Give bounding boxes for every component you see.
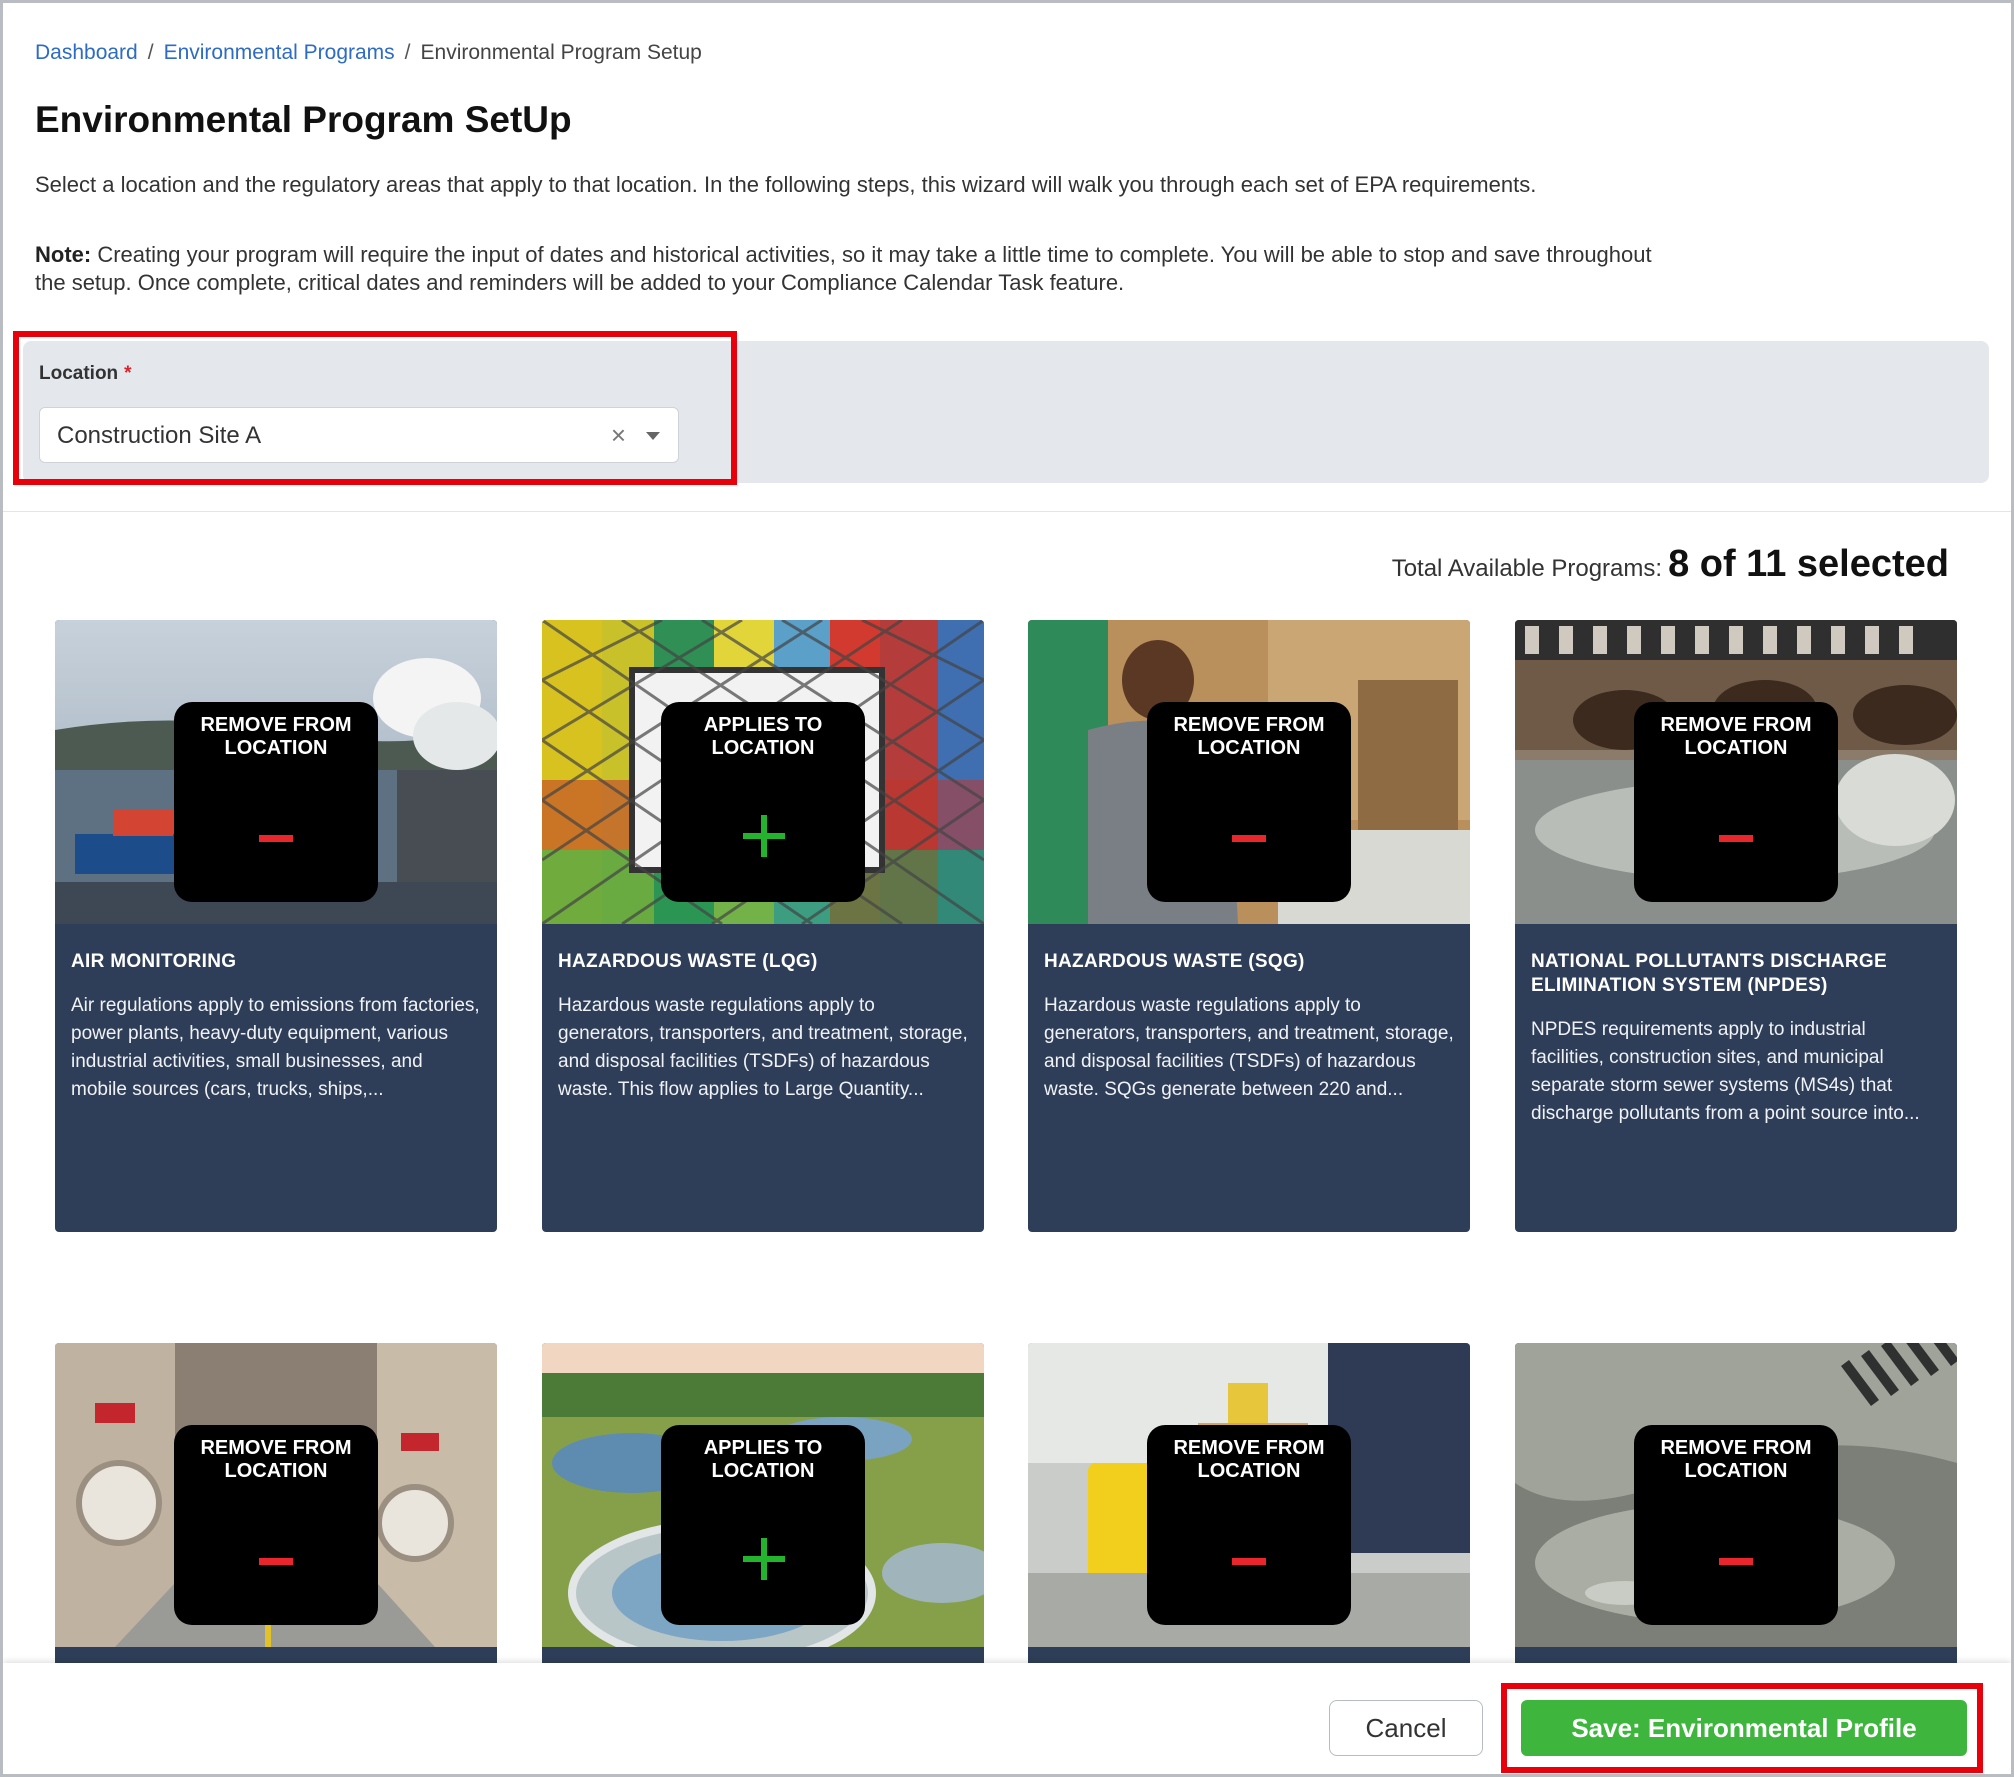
toggle-program-label: APPLIES TO LOCATION (703, 714, 823, 759)
breadcrumb: Dashboard / Environmental Programs / Environ… (35, 41, 702, 65)
toggle-program-label: REMOVE FROM LOCATION (200, 1437, 352, 1482)
program-title: National Pollutants Discharge Eliminatio… (1531, 951, 1887, 996)
toggle-program-label: REMOVE FROM LOCATION (1660, 714, 1812, 759)
program-title: Hazardous Waste (LQG) (558, 951, 818, 972)
save-highlight-box (1501, 1683, 1983, 1773)
program-description: Air regulations apply to emissions from … (71, 995, 480, 1100)
programs-summary: Total Available Programs: 8 of 11 selecte… (1392, 543, 1949, 586)
minus-icon (1719, 835, 1753, 842)
breadcrumb-separator: / (147, 41, 154, 64)
note-body: Creating your program will require the i… (35, 242, 1652, 295)
cancel-button[interactable]: Cancel (1329, 1700, 1483, 1756)
minus-icon (259, 835, 293, 842)
plus-icon (761, 1538, 767, 1580)
page-title: Environmental Program SetUp (35, 99, 572, 140)
program-card-hazardous-waste-sqg[interactable]: REMOVE FROM LOCATION Hazardous Waste (SQ… (1028, 620, 1470, 1232)
toggle-program-button[interactable]: REMOVE FROM LOCATION (174, 1425, 378, 1625)
breadcrumb-current: Environmental Program Setup (420, 41, 702, 64)
program-description: NPDES requirements apply to industrial f… (1531, 1019, 1920, 1124)
footer-bar: Cancel Save: Environmental Profile (3, 1663, 2011, 1774)
toggle-program-button[interactable]: REMOVE FROM LOCATION (1147, 1425, 1351, 1625)
location-highlight-box (13, 331, 737, 485)
program-card-air-monitoring[interactable]: REMOVE FROM LOCATION Air Monitoring Air … (55, 620, 497, 1232)
toggle-program-button[interactable]: APPLIES TO LOCATION (661, 1425, 865, 1625)
toggle-program-button[interactable]: APPLIES TO LOCATION (661, 702, 865, 902)
minus-icon (1232, 1558, 1266, 1565)
toggle-program-label: REMOVE FROM LOCATION (200, 714, 352, 759)
section-divider (3, 511, 2011, 512)
toggle-program-button[interactable]: REMOVE FROM LOCATION (1634, 1425, 1838, 1625)
program-description: Hazardous waste regulations apply to gen… (558, 995, 968, 1100)
breadcrumb-separator: / (404, 41, 411, 64)
toggle-program-label: REMOVE FROM LOCATION (1660, 1437, 1812, 1482)
program-caption: National Pollutants Discharge Eliminatio… (1531, 950, 1941, 1128)
intro-text: Select a location and the regulatory are… (35, 172, 1537, 197)
program-description: Hazardous waste regulations apply to gen… (1044, 995, 1454, 1100)
note-text: Note: Creating your program will require… (35, 241, 1655, 297)
program-title: Hazardous Waste (SQG) (1044, 951, 1305, 972)
toggle-program-button[interactable]: REMOVE FROM LOCATION (1634, 702, 1838, 902)
minus-icon (1232, 835, 1266, 842)
app-window: Dashboard / Environmental Programs / Environ… (0, 0, 2014, 1777)
program-caption: Hazardous Waste (LQG) Hazardous waste re… (558, 950, 968, 1104)
minus-icon (1719, 1558, 1753, 1565)
toggle-program-button[interactable]: REMOVE FROM LOCATION (1147, 702, 1351, 902)
program-title: Air Monitoring (71, 951, 237, 972)
program-caption: Air Monitoring Air regulations apply to … (71, 950, 481, 1104)
plus-icon (761, 815, 767, 857)
toggle-program-label: APPLIES TO LOCATION (703, 1437, 823, 1482)
programs-summary-label: Total Available Programs: (1391, 555, 1663, 582)
minus-icon (259, 1558, 293, 1565)
program-card-npdes[interactable]: REMOVE FROM LOCATION National Pollutants… (1515, 620, 1957, 1232)
toggle-program-label: REMOVE FROM LOCATION (1173, 1437, 1325, 1482)
breadcrumb-dashboard[interactable]: Dashboard (35, 41, 138, 64)
toggle-program-label: REMOVE FROM LOCATION (1173, 714, 1325, 759)
toggle-program-button[interactable]: REMOVE FROM LOCATION (174, 702, 378, 902)
note-label: Note: (35, 242, 92, 267)
program-card-hazardous-waste-lqg[interactable]: APPLIES TO LOCATION Hazardous Waste (LQG… (542, 620, 984, 1232)
breadcrumb-environmental-programs[interactable]: Environmental Programs (164, 41, 395, 64)
program-caption: Hazardous Waste (SQG) Hazardous waste re… (1044, 950, 1454, 1104)
programs-summary-value: 8 of 11 selected (1668, 543, 1949, 585)
